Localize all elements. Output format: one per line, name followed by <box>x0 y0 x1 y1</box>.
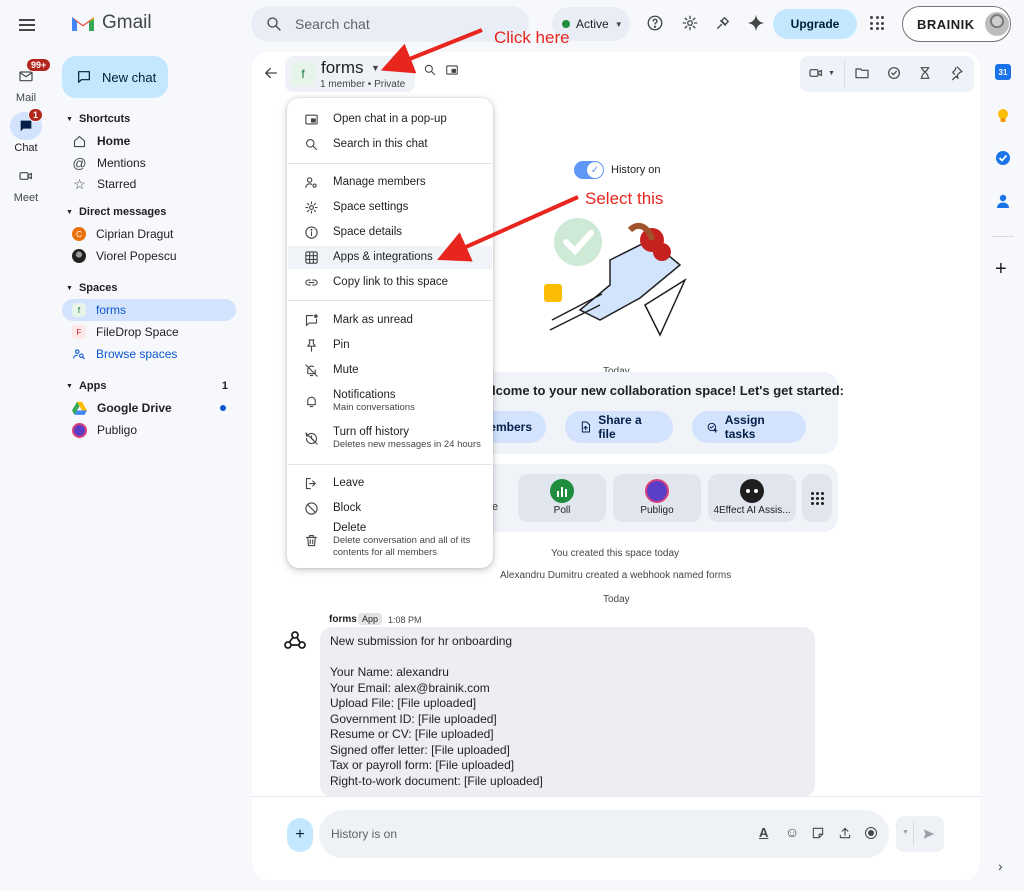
arrow-to-space-title <box>380 28 483 74</box>
annotation-select-this: Select this <box>585 189 664 208</box>
annotation-click-here: Click here <box>494 28 570 47</box>
annotation-arrows <box>380 28 579 262</box>
arrow-to-apps-integrations <box>437 195 579 262</box>
